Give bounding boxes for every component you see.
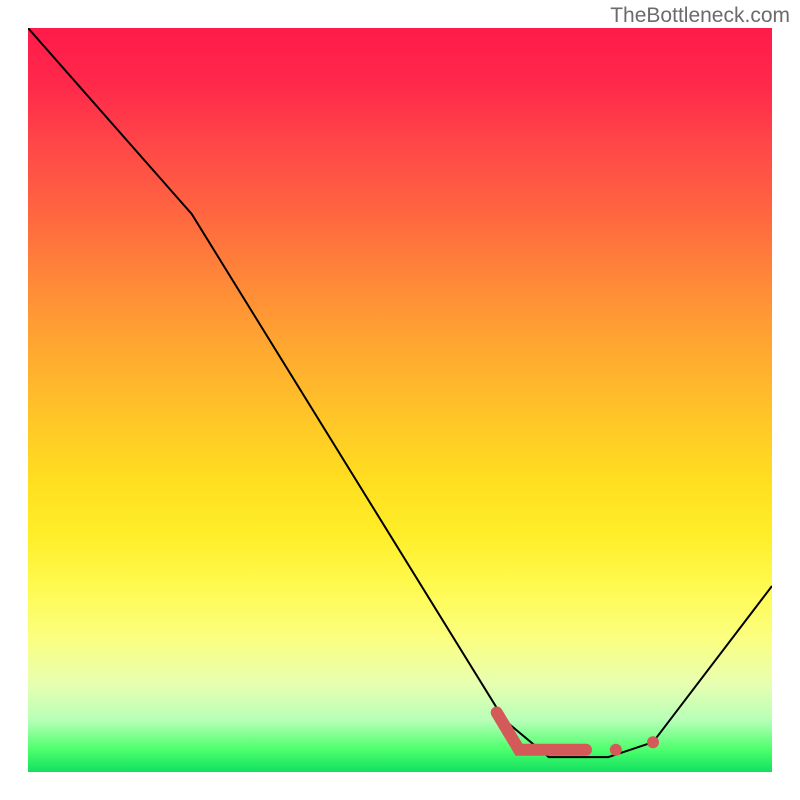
optimal-dot <box>610 744 622 756</box>
chart-svg <box>28 28 772 772</box>
watermark-text: TheBottleneck.com <box>610 4 790 28</box>
optimal-highlight-dots <box>610 736 659 756</box>
chart-plot-area <box>28 28 772 772</box>
optimal-dot <box>647 736 659 748</box>
bottleneck-curve-line <box>28 28 772 757</box>
optimal-highlight-segment <box>497 713 586 750</box>
